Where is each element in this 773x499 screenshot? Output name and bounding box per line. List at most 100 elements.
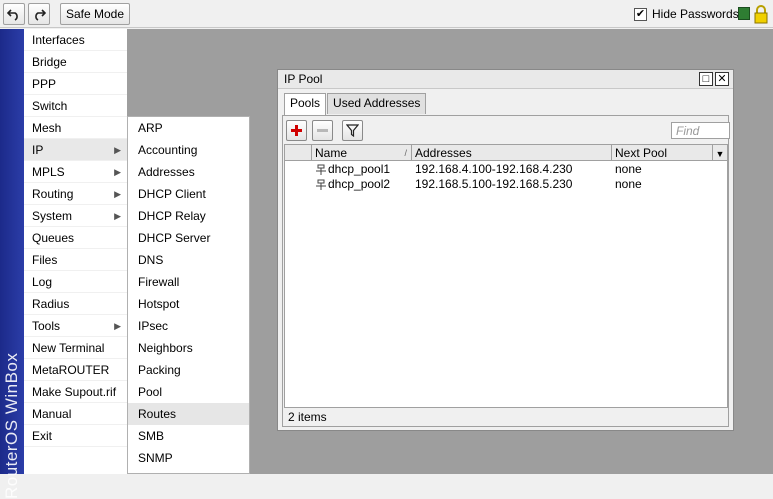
hide-passwords-label: Hide Passwords [652,7,739,21]
tab-pools[interactable]: Pools [284,93,327,116]
pool-addresses: 192.168.5.100-192.168.5.230 [415,177,573,191]
submenu-item-pool[interactable]: Pool [128,381,249,403]
menu-item-new-terminal[interactable]: New Terminal [24,337,127,359]
hide-passwords-toggle[interactable]: ✔ Hide Passwords [634,7,739,21]
dropdown-arrow-icon: ▼ [715,149,725,159]
close-icon: ✕ [717,73,727,85]
submenu-item-accounting[interactable]: Accounting [128,139,249,161]
menu-item-label: Tools [32,319,61,333]
menu-item-label: PPP [32,77,57,91]
hide-passwords-checkbox[interactable]: ✔ [634,7,647,21]
tab-used-addresses[interactable]: Used Addresses [327,93,427,114]
submenu-item-snmp[interactable]: SNMP [128,447,249,469]
menu-item-mesh[interactable]: Mesh [24,117,127,139]
menu-item-system[interactable]: System ▶ [24,205,127,227]
filter-icon [346,124,359,137]
menu-item-make-supout[interactable]: Make Supout.rif [24,381,127,403]
table-row[interactable]: dhcp_pool2 192.168.5.100-192.168.5.230 n… [285,177,727,192]
menu-item-label: Interfaces [32,33,85,47]
submenu-arrow-icon: ▶ [114,189,121,199]
column-header-next-pool[interactable]: Next Pool [612,145,713,161]
menu-item-label: System [32,209,73,223]
pool-addresses: 192.168.4.100-192.168.4.230 [415,162,573,176]
submenu-item-dhcp-server[interactable]: DHCP Server [128,227,249,249]
menu-item-label: Log [32,275,53,289]
pool-icon [316,164,326,175]
menu-item-label: Make Supout.rif [32,385,117,399]
column-header-addresses[interactable]: Addresses [412,145,612,161]
submenu-item-firewall[interactable]: Firewall [128,271,249,293]
submenu-item-arp[interactable]: ARP [128,117,249,139]
menu-item-label: Radius [32,297,70,311]
tab-panel: Name / Addresses Next Pool ▼ [282,115,730,427]
menu-item-label: Mesh [32,121,62,135]
menu-item-label: Bridge [32,55,67,69]
menu-item-label: Queues [32,231,75,245]
find-input[interactable] [671,122,730,139]
brand-strip: RouterOS WinBox [0,29,24,499]
menu-item-tools[interactable]: Tools ▶ [24,315,127,337]
main-menu: Interfaces Bridge PPP Switch Mesh IP ▶ MP… [24,29,127,474]
submenu-item-dhcp-relay[interactable]: DHCP Relay [128,205,249,227]
menu-item-interfaces[interactable]: Interfaces [24,29,127,51]
item-count: 2 items [288,410,327,424]
ip-submenu: ARP Accounting Addresses DHCP Client DHC… [127,116,250,474]
menu-item-exit[interactable]: Exit [24,425,127,447]
maximize-icon: □ [702,73,710,85]
column-menu-button[interactable]: ▼ [713,145,727,161]
menu-item-label: Switch [32,99,68,113]
submenu-arrow-icon: ▶ [114,145,121,155]
submenu-arrow-icon: ▶ [114,167,121,177]
submenu-item-addresses[interactable]: Addresses [128,161,249,183]
menu-item-metarouter[interactable]: MetaROUTER [24,359,127,381]
remove-button[interactable] [312,120,333,141]
menu-item-bridge[interactable]: Bridge [24,51,127,73]
submenu-item-ipsec[interactable]: IPsec [128,315,249,337]
safe-mode-button[interactable]: Safe Mode [60,3,130,25]
menu-item-ip[interactable]: IP ▶ [24,139,127,161]
menu-item-files[interactable]: Files [24,249,127,271]
table-row[interactable]: dhcp_pool1 192.168.4.100-192.168.4.230 n… [285,162,727,177]
undo-icon [7,9,18,21]
safe-mode-label: Safe Mode [65,7,125,21]
add-button[interactable] [286,120,307,141]
submenu-item-hotspot[interactable]: Hotspot [128,293,249,315]
menu-item-routing[interactable]: Routing ▶ [24,183,127,205]
pool-next-pool: none [615,162,642,176]
maximize-button[interactable]: □ [699,72,713,86]
submenu-item-dns[interactable]: DNS [128,249,249,271]
menu-item-label: Exit [32,429,53,443]
close-button[interactable]: ✕ [715,72,729,86]
submenu-item-packing[interactable]: Packing [128,359,249,381]
ip-pool-window: IP Pool □ ✕ Pools Used Addresses Find Na… [277,69,734,431]
menu-item-mpls[interactable]: MPLS ▶ [24,161,127,183]
redo-button[interactable] [28,3,50,25]
submenu-item-smb[interactable]: SMB [128,425,249,447]
column-header-name[interactable]: Name / [312,145,412,161]
pool-next-pool: none [615,177,642,191]
window-title-bar[interactable]: IP Pool [278,70,733,89]
menu-item-label: Files [32,253,58,267]
undo-button[interactable] [3,3,25,25]
submenu-item-neighbors[interactable]: Neighbors [128,337,249,359]
menu-item-queues[interactable]: Queues [24,227,127,249]
status-bar: 2 items [284,407,728,426]
menu-item-label: MPLS [32,165,65,179]
submenu-arrow-icon: ▶ [114,321,121,331]
pool-name-cell: dhcp_pool1 [312,162,390,177]
pools-table: Name / Addresses Next Pool ▼ dhcp_pool1 … [284,144,728,422]
sort-indicator-icon: / [404,148,407,158]
menu-item-radius[interactable]: Radius [24,293,127,315]
menu-item-label: Routing [32,187,74,201]
pool-name: dhcp_pool1 [328,162,391,176]
menu-item-switch[interactable]: Switch [24,95,127,117]
menu-item-ppp[interactable]: PPP [24,73,127,95]
minus-icon [317,129,328,132]
status-indicator [738,7,750,20]
menu-item-manual[interactable]: Manual [24,403,127,425]
submenu-item-routes[interactable]: Routes [128,403,249,425]
submenu-item-dhcp-client[interactable]: DHCP Client [128,183,249,205]
filter-button[interactable] [342,120,363,141]
menu-item-log[interactable]: Log [24,271,127,293]
submenu-arrow-icon: ▶ [114,211,121,221]
